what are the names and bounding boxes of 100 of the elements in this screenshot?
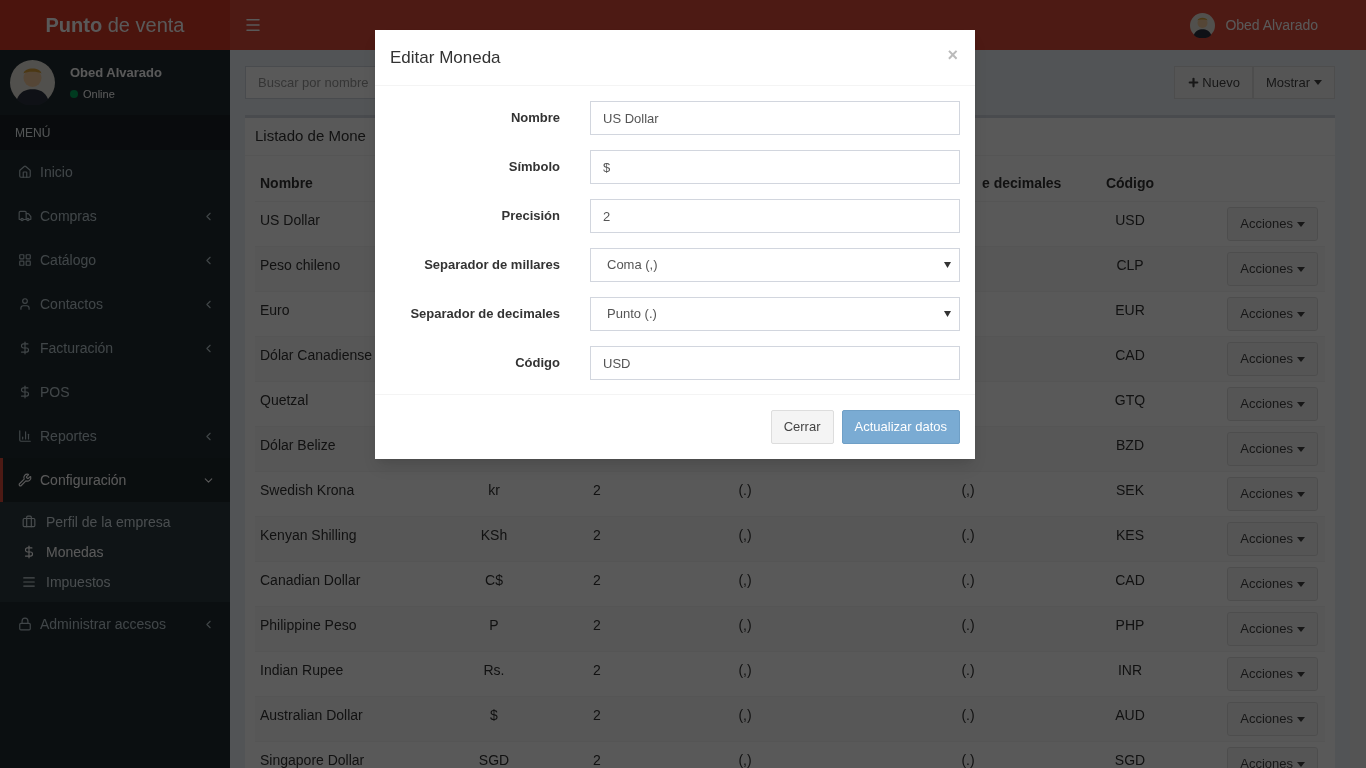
caret-icon <box>1297 311 1305 317</box>
table-cell: 2 <box>593 572 601 588</box>
input-field[interactable]: US Dollar <box>590 101 960 135</box>
input-field[interactable]: $ <box>590 150 960 184</box>
table-cell: USD <box>1115 212 1145 228</box>
caret-icon <box>1297 446 1305 452</box>
table-cell: Quetzal <box>260 392 309 408</box>
table-cell: 2 <box>593 707 601 723</box>
user-name[interactable]: Obed Alvarado <box>1225 14 1318 36</box>
close-button[interactable]: × <box>947 42 958 69</box>
table-cell: Rs. <box>483 662 505 678</box>
scrollbar[interactable] <box>1350 50 1366 768</box>
avatar-icon <box>1190 12 1216 38</box>
table-cell: KSh <box>480 527 508 543</box>
caret-icon <box>1297 671 1305 677</box>
table-cell: SEK <box>1116 482 1144 498</box>
menu-item-icon <box>18 165 32 179</box>
caret-icon <box>1297 221 1305 227</box>
close-dialog-button[interactable]: Cerrar <box>770 410 834 444</box>
table-cell: AUD <box>1115 707 1145 723</box>
dropdown-arrow-icon <box>944 311 951 317</box>
actions-button[interactable]: Acciones <box>1227 477 1318 511</box>
caret-icon <box>1297 761 1305 767</box>
select-field[interactable]: Punto (.) <box>590 297 960 331</box>
menu-item-icon <box>18 253 32 267</box>
actions-button[interactable]: Acciones <box>1227 252 1318 286</box>
caret-icon <box>1297 356 1305 362</box>
input-field[interactable]: USD <box>590 346 960 380</box>
column-header: Nombre <box>260 175 313 191</box>
table-cell: (,) <box>738 527 752 543</box>
dialog-title: Editar Moneda <box>390 46 501 69</box>
menu-item-icon <box>18 473 32 487</box>
actions-button[interactable]: Acciones <box>1227 342 1318 376</box>
table-cell: $ <box>490 707 498 723</box>
table-cell: EUR <box>1115 302 1145 318</box>
table-cell: SGD <box>1114 752 1146 768</box>
caret-icon <box>1297 536 1305 542</box>
submenu-item-icon <box>22 575 36 589</box>
table-cell: P <box>489 617 499 633</box>
table-cell: Indian Rupee <box>260 662 344 678</box>
table-cell: (.) <box>738 482 752 498</box>
table-cell: (.) <box>961 527 975 543</box>
table-cell: Swedish Krona <box>260 482 355 498</box>
table-cell: CLP <box>1116 257 1144 273</box>
submenu-item-icon <box>22 545 36 559</box>
table-cell: C$ <box>485 572 503 588</box>
table-cell: (,) <box>738 752 752 768</box>
table-cell: (,) <box>738 662 752 678</box>
table-cell: 2 <box>593 617 601 633</box>
table-cell: US Dollar <box>260 212 320 228</box>
new-button[interactable]: Nuevo <box>1174 66 1253 99</box>
actions-button[interactable]: Acciones <box>1227 747 1318 768</box>
select-field[interactable]: Coma (,) <box>590 248 960 282</box>
table-cell: 2 <box>593 527 601 543</box>
field-label: Nombre <box>509 109 560 128</box>
user-name: Obed Alvarado <box>70 63 162 82</box>
menu-item-icon <box>18 341 32 355</box>
menu-item-icon <box>18 429 32 443</box>
actions-button[interactable]: Acciones <box>1227 657 1318 691</box>
table-cell: Dólar Belize <box>260 437 336 453</box>
table-cell: CAD <box>1115 572 1145 588</box>
table-cell: (,) <box>961 482 975 498</box>
avatar-icon <box>10 60 55 105</box>
table-cell: (.) <box>961 572 975 588</box>
table-cell: Peso chileno <box>260 257 341 273</box>
show-dropdown-button[interactable]: Mostrar <box>1252 66 1335 99</box>
table-cell: Australian Dollar <box>260 707 363 723</box>
table-cell: Philippine Peso <box>260 617 357 633</box>
table-cell: (.) <box>961 707 975 723</box>
actions-button[interactable]: Acciones <box>1227 567 1318 601</box>
actions-button[interactable]: Acciones <box>1227 522 1318 556</box>
column-header: Código <box>1105 175 1155 191</box>
actions-button[interactable]: Acciones <box>1227 432 1318 466</box>
table-cell: PHP <box>1115 617 1145 633</box>
brand-logo[interactable]: Punto de venta <box>0 0 230 50</box>
caret-icon <box>1297 401 1305 407</box>
submenu-item[interactable]: Monedas <box>0 537 230 567</box>
field-label: Separador de decimales <box>409 305 560 324</box>
table-cell: (,) <box>738 707 752 723</box>
actions-button[interactable]: Acciones <box>1227 297 1318 331</box>
table-cell: CAD <box>1115 347 1145 363</box>
table-cell: 2 <box>593 662 601 678</box>
input-field[interactable]: 2 <box>590 199 960 233</box>
card-title: Listado de Mone <box>255 126 366 147</box>
caret-icon <box>1297 581 1305 587</box>
update-button[interactable]: Actualizar datos <box>841 410 960 444</box>
dropdown-arrow-icon <box>944 262 951 268</box>
table-cell: (,) <box>738 572 752 588</box>
column-header: e decimales <box>982 175 1062 191</box>
table-cell: kr <box>488 482 500 498</box>
actions-button[interactable]: Acciones <box>1227 207 1318 241</box>
actions-button[interactable]: Acciones <box>1227 612 1318 646</box>
table-cell: KES <box>1116 527 1144 543</box>
table-cell: Canadian Dollar <box>260 572 361 588</box>
table-cell: (.) <box>961 752 975 768</box>
table-cell: 2 <box>593 482 601 498</box>
table-cell: 2 <box>593 752 601 768</box>
menu-item-icon <box>18 209 32 223</box>
actions-button[interactable]: Acciones <box>1227 702 1318 736</box>
actions-button[interactable]: Acciones <box>1227 387 1318 421</box>
